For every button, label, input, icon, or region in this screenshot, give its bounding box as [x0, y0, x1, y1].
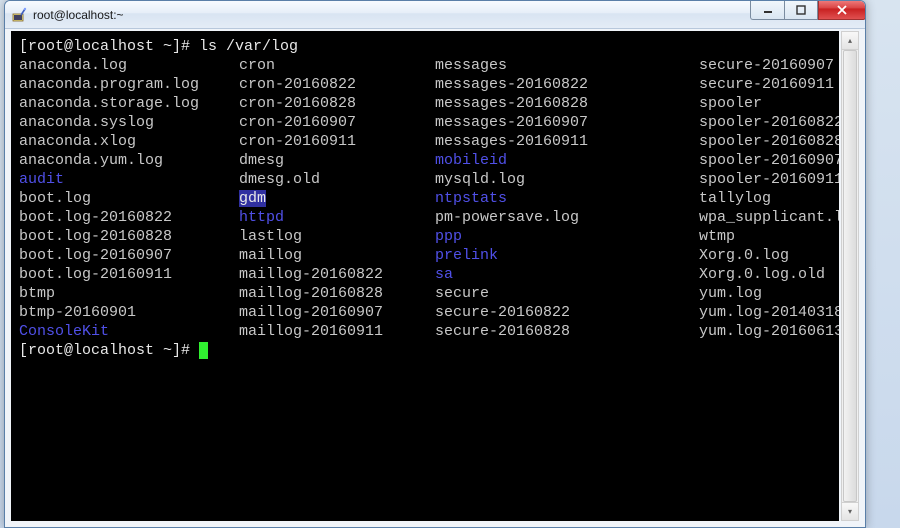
- terminal[interactable]: [root@localhost ~]# ls /var/log anaconda…: [11, 31, 839, 521]
- maximize-button[interactable]: [784, 0, 818, 20]
- ls-entry: Xorg.0.log: [699, 247, 789, 264]
- ls-entry: dmesg.old: [239, 171, 320, 188]
- ls-entry: boot.log-20160907: [19, 247, 172, 264]
- titlebar[interactable]: root@localhost:~: [5, 1, 865, 29]
- ls-entry: Xorg.0.log.old: [699, 266, 825, 283]
- ls-entry: secure-20160907: [699, 57, 834, 74]
- ls-entry: messages-20160822: [435, 76, 588, 93]
- prompt-line: [root@localhost ~]#: [19, 342, 199, 359]
- ls-entry: maillog-20160911: [239, 323, 383, 340]
- scroll-down-button[interactable]: ▾: [842, 502, 858, 520]
- ls-entry: cron: [239, 57, 275, 74]
- ls-entry: anaconda.storage.log: [19, 95, 199, 112]
- ls-entry: wpa_supplicant.log: [699, 209, 839, 226]
- scroll-up-button[interactable]: ▴: [842, 32, 858, 50]
- ls-entry: spooler-20160822: [699, 114, 839, 131]
- cursor: [199, 342, 208, 359]
- ls-entry: messages-20160911: [435, 133, 588, 150]
- ls-entry: spooler-20160828: [699, 133, 839, 150]
- terminal-container: [root@localhost ~]# ls /var/log anaconda…: [5, 29, 865, 527]
- ls-entry: cron-20160907: [239, 114, 356, 131]
- ls-entry: ntpstats: [435, 190, 507, 207]
- ls-entry: maillog: [239, 247, 302, 264]
- ls-entry: audit: [19, 171, 64, 188]
- ls-entry: maillog-20160828: [239, 285, 383, 302]
- ls-entry: btmp: [19, 285, 55, 302]
- ls-entry: maillog-20160822: [239, 266, 383, 283]
- putty-icon: [11, 7, 27, 23]
- close-button[interactable]: [818, 0, 866, 20]
- ls-entry: yum.log-20140318: [699, 304, 839, 321]
- ls-entry: anaconda.xlog: [19, 133, 136, 150]
- ls-entry: ppp: [435, 228, 462, 245]
- ls-entry: anaconda.log: [19, 57, 127, 74]
- ls-entry: btmp-20160901: [19, 304, 136, 321]
- app-window: root@localhost:~ [root@localhost ~]# ls …: [4, 0, 866, 528]
- ls-entry: boot.log: [19, 190, 91, 207]
- ls-entry: anaconda.syslog: [19, 114, 154, 131]
- ls-entry: cron-20160911: [239, 133, 356, 150]
- ls-entry: messages-20160907: [435, 114, 588, 131]
- ls-entry: cron-20160828: [239, 95, 356, 112]
- ls-entry: prelink: [435, 247, 498, 264]
- ls-entry: secure-20160822: [435, 304, 570, 321]
- ls-entry: yum.log: [699, 285, 762, 302]
- ls-entry: messages: [435, 57, 507, 74]
- ls-entry: secure-20160911: [699, 76, 834, 93]
- ls-entry: boot.log-20160828: [19, 228, 172, 245]
- ls-entry: spooler-20160911: [699, 171, 839, 188]
- ls-entry: httpd: [239, 209, 284, 226]
- ls-entry: tallylog: [699, 190, 771, 207]
- window-title: root@localhost:~: [33, 8, 859, 22]
- ls-entry: pm-powersave.log: [435, 209, 579, 226]
- ls-entry: yum.log-20160613: [699, 323, 839, 340]
- ls-entry: sa: [435, 266, 453, 283]
- ls-entry: mobileid: [435, 152, 507, 169]
- ls-entry: dmesg: [239, 152, 284, 169]
- ls-entry: boot.log-20160911: [19, 266, 172, 283]
- minimize-button[interactable]: [750, 0, 784, 20]
- ls-entry: maillog-20160907: [239, 304, 383, 321]
- window-controls: [750, 0, 866, 20]
- prompt-line: [root@localhost ~]# ls /var/log: [19, 38, 298, 55]
- ls-entry: lastlog: [239, 228, 302, 245]
- ls-entry: ConsoleKit: [19, 323, 109, 340]
- scroll-track[interactable]: [842, 50, 858, 502]
- ls-entry: spooler-20160907: [699, 152, 839, 169]
- ls-entry: wtmp: [699, 228, 735, 245]
- ls-entry: secure-20160828: [435, 323, 570, 340]
- ls-entry: messages-20160828: [435, 95, 588, 112]
- ls-entry: anaconda.program.log: [19, 76, 199, 93]
- ls-entry: anaconda.yum.log: [19, 152, 163, 169]
- ls-entry: secure: [435, 285, 489, 302]
- ls-entry: cron-20160822: [239, 76, 356, 93]
- ls-entry: mysqld.log: [435, 171, 525, 188]
- ls-entry: spooler: [699, 95, 762, 112]
- ls-entry: gdm: [239, 190, 266, 207]
- scroll-thumb[interactable]: [843, 50, 857, 502]
- ls-entry: boot.log-20160822: [19, 209, 172, 226]
- scrollbar[interactable]: ▴ ▾: [841, 31, 859, 521]
